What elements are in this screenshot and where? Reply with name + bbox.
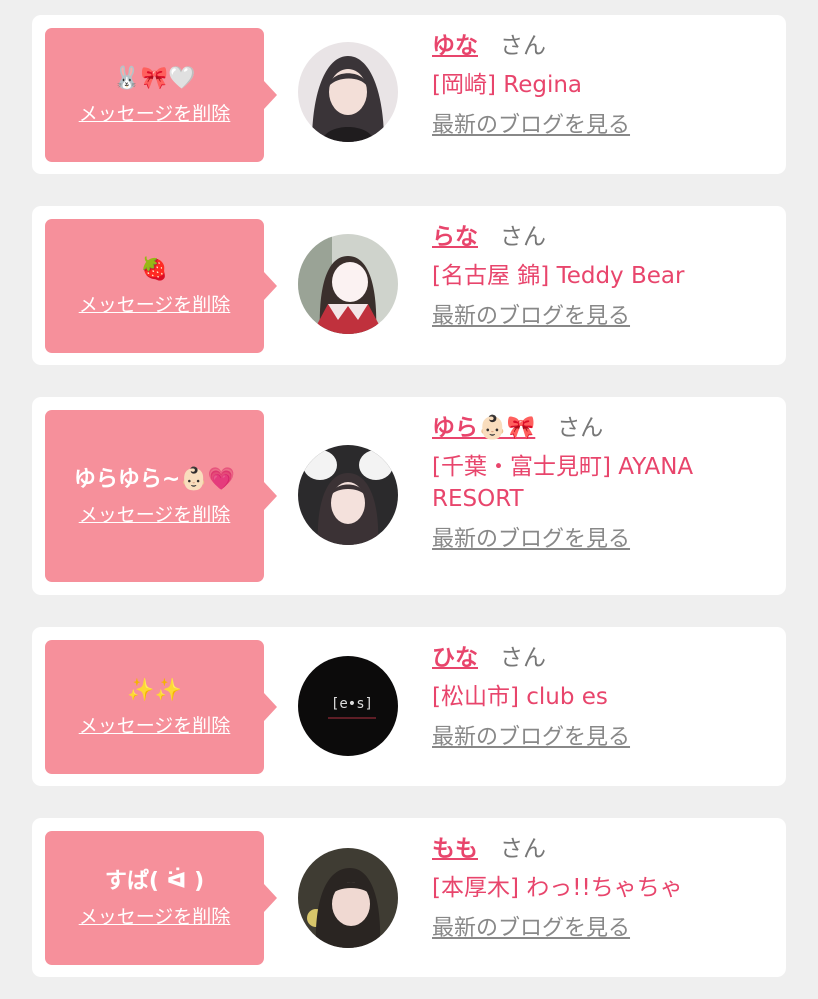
cast-name-link[interactable]: ひな xyxy=(432,645,478,671)
message-text: ✨✨ xyxy=(127,678,182,703)
latest-blog-link[interactable]: 最新のブログを見る xyxy=(432,302,630,332)
avatar[interactable] xyxy=(298,234,398,334)
avatar[interactable] xyxy=(298,42,398,142)
club-logo-text: [e•s] xyxy=(331,696,373,712)
favorites-list: 🐰🎀🤍 メッセージを削除 ゆな さん [岡崎] Regina 最新のブログを見る … xyxy=(0,0,818,999)
delete-message-link[interactable]: メッセージを削除 xyxy=(79,102,231,126)
cast-name-link[interactable]: ゆら👶🏻🎀 xyxy=(432,415,535,441)
message-bubble: すぱ( ᐛ ) メッセージを削除 xyxy=(45,831,277,965)
shop-name: [岡崎] Regina xyxy=(432,72,583,98)
avatar[interactable]: [e•s] xyxy=(298,656,398,756)
message-bubble: ゆらゆら~👶🏻💗 メッセージを削除 xyxy=(45,410,277,582)
honorific: さん xyxy=(557,415,604,441)
honorific: さん xyxy=(500,224,546,250)
honorific: さん xyxy=(500,645,546,671)
latest-blog-link[interactable]: 最新のブログを見る xyxy=(432,525,630,555)
message-bubble: 🍓 メッセージを削除 xyxy=(45,219,277,353)
latest-blog-link[interactable]: 最新のブログを見る xyxy=(432,111,630,141)
shop-name: [松山市] club es xyxy=(432,684,608,710)
delete-message-link[interactable]: メッセージを削除 xyxy=(79,293,231,317)
honorific: さん xyxy=(500,836,546,862)
latest-blog-link[interactable]: 最新のブログを見る xyxy=(432,914,630,944)
message-text: 🍓 xyxy=(140,257,169,282)
message-bubble: 🐰🎀🤍 メッセージを削除 xyxy=(45,28,277,162)
shop-name: [本厚木] わっ!!ちゃちゃ xyxy=(432,875,683,901)
shop-name: [名古屋 錦] Teddy Bear xyxy=(432,263,685,289)
message-text: ゆらゆら~👶🏻💗 xyxy=(73,467,236,492)
avatar[interactable] xyxy=(298,848,398,948)
shop-name: [千葉・富士見町] AYANA RESORT xyxy=(432,454,694,512)
favorite-card: 🍓 メッセージを削除 らな さん [名古屋 錦] Teddy Bear 最新のブロ… xyxy=(32,206,786,365)
favorite-card: すぱ( ᐛ ) メッセージを削除 もも さん [本厚木] わっ!!ちゃちゃ 最新の… xyxy=(32,818,786,977)
favorite-card: 🐰🎀🤍 メッセージを削除 ゆな さん [岡崎] Regina 最新のブログを見る xyxy=(32,15,786,174)
delete-message-link[interactable]: メッセージを削除 xyxy=(79,714,231,738)
message-bubble: ✨✨ メッセージを削除 xyxy=(45,640,277,774)
message-text: すぱ( ᐛ ) xyxy=(104,869,205,894)
latest-blog-link[interactable]: 最新のブログを見る xyxy=(432,723,630,753)
cast-name-link[interactable]: らな xyxy=(432,224,478,250)
cast-name-link[interactable]: もも xyxy=(432,836,478,862)
delete-message-link[interactable]: メッセージを削除 xyxy=(79,905,231,929)
message-text: 🐰🎀🤍 xyxy=(113,66,196,91)
honorific: さん xyxy=(500,33,546,59)
favorite-card: ゆらゆら~👶🏻💗 メッセージを削除 ゆら👶🏻🎀 さん [千葉・富士見町] AYAN… xyxy=(32,397,786,595)
delete-message-link[interactable]: メッセージを削除 xyxy=(79,503,231,527)
favorite-card: ✨✨ メッセージを削除 [e•s] ひな さん [松山市] club es 最新の… xyxy=(32,627,786,786)
cast-name-link[interactable]: ゆな xyxy=(432,33,478,59)
avatar[interactable] xyxy=(298,445,398,545)
